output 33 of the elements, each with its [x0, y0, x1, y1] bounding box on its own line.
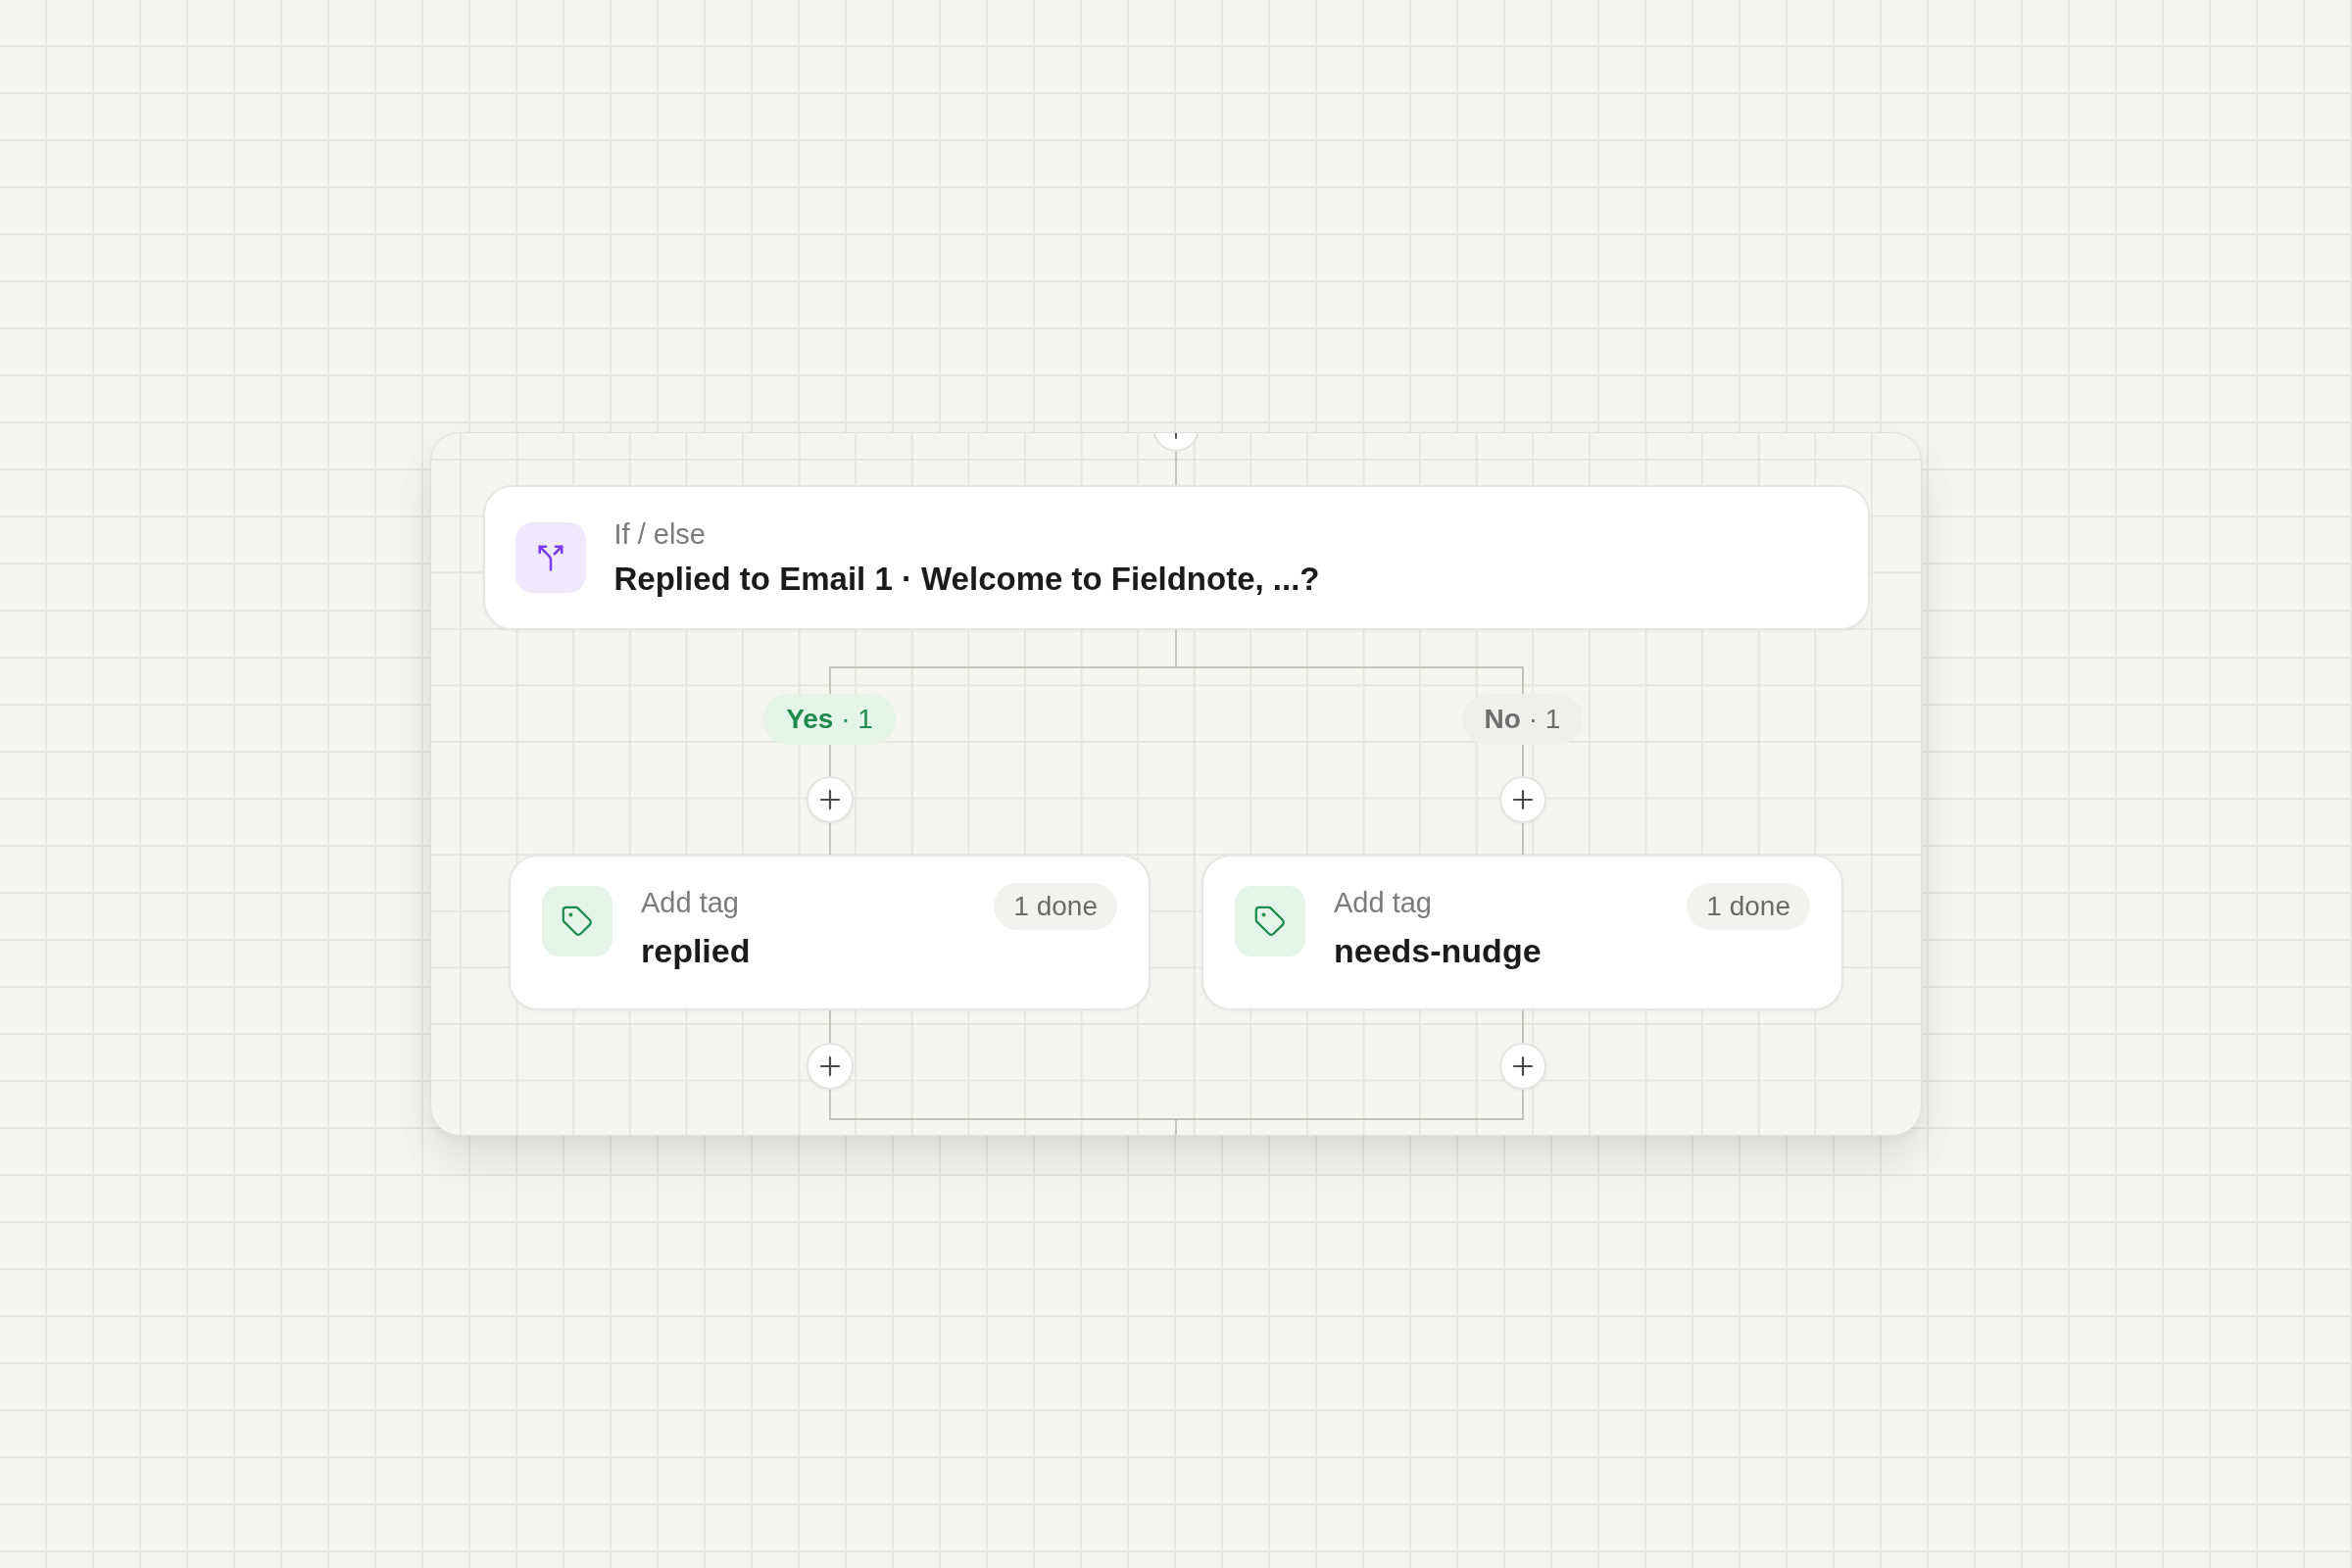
branch-label: Yes · 1 — [763, 694, 896, 745]
add-step-button[interactable] — [1498, 776, 1546, 823]
connector-line — [828, 1090, 831, 1118]
plus-icon — [1511, 789, 1534, 810]
connector-line — [1521, 745, 1524, 776]
step-type-label: Add tag — [1334, 886, 1432, 920]
tag-name: needs-nudge — [1334, 931, 1542, 971]
tag-icon — [1235, 886, 1305, 956]
condition-node[interactable]: If / else Replied to Email 1 · Welcome to Fieldnote, ...? — [482, 485, 1870, 630]
split-icon — [514, 522, 586, 593]
connector-line — [1521, 1090, 1524, 1118]
branch-label: No · 1 — [1461, 694, 1584, 745]
tag-name: replied — [641, 931, 751, 971]
action-node[interactable]: Add tag replied 1 done — [509, 855, 1151, 1010]
step-type-label: Add tag — [641, 886, 739, 920]
connector-line — [828, 1010, 831, 1043]
plus-icon — [818, 1055, 841, 1077]
add-step-button[interactable] — [806, 1043, 854, 1090]
connector-line — [1175, 452, 1177, 485]
plus-icon — [1511, 1055, 1534, 1077]
connector-line — [1521, 823, 1524, 855]
connector-line — [828, 745, 831, 776]
condition-title: Replied to Email 1 · Welcome to Fieldnote, ...? — [613, 560, 1320, 599]
status-badge: 1 done — [1687, 883, 1810, 930]
add-step-button[interactable] — [1498, 1043, 1546, 1090]
add-step-button[interactable] — [806, 776, 854, 823]
plus-icon — [818, 789, 841, 810]
tag-icon — [542, 886, 612, 956]
action-node[interactable]: Add tag needs-nudge 1 done — [1201, 855, 1843, 1010]
connector-line — [828, 823, 831, 855]
status-badge: 1 done — [994, 883, 1117, 930]
node-type-label: If / else — [613, 517, 706, 552]
connector-line — [1521, 1010, 1524, 1043]
